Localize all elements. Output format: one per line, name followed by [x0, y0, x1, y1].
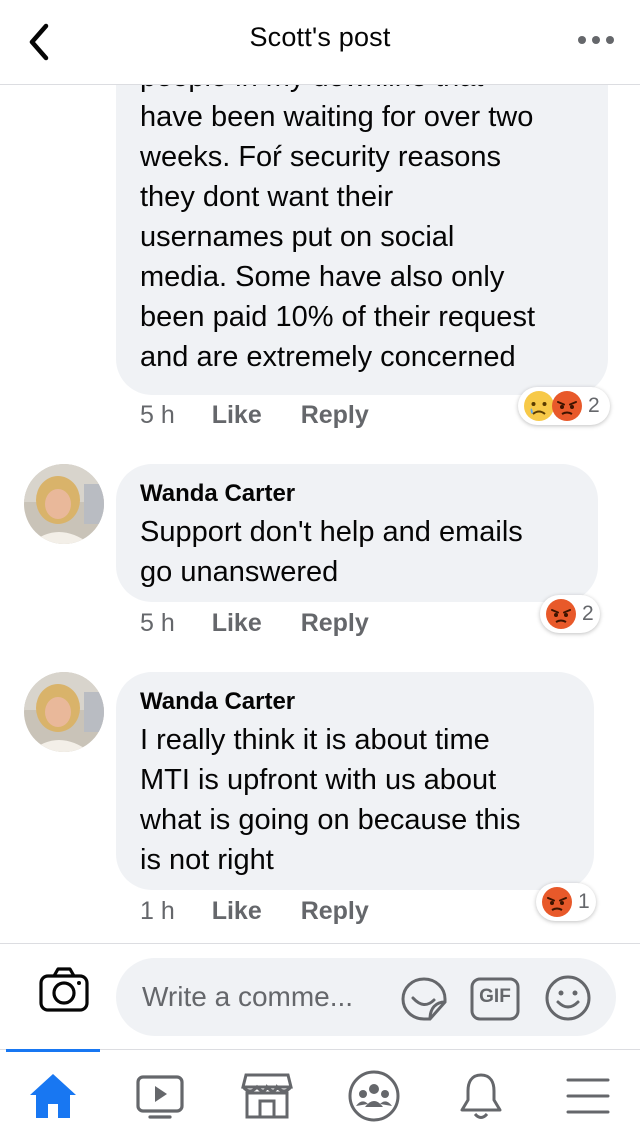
comment-author[interactable]: Wanda Carter	[140, 480, 574, 508]
home-icon	[30, 1074, 76, 1118]
comment-author[interactable]: Wanda Carter	[140, 688, 570, 716]
comment-bubble[interactable]: Wanda Carter Support don't help and emai…	[116, 464, 598, 602]
tab-marketplace[interactable]	[239, 1068, 295, 1124]
angry-icon	[542, 887, 572, 917]
sticker-icon	[401, 977, 447, 1021]
reply-button[interactable]: Reply	[301, 401, 369, 430]
profile-photo-icon	[24, 672, 104, 752]
like-button[interactable]: Like	[212, 401, 262, 430]
like-button[interactable]: Like	[212, 897, 262, 926]
angry-icon	[546, 599, 576, 629]
sticker-button[interactable]	[400, 976, 448, 1022]
gif-button[interactable]: GIF	[470, 976, 520, 1022]
comment-box: GIF	[116, 958, 616, 1036]
active-tab-indicator	[6, 1049, 100, 1052]
emoji-button[interactable]	[544, 974, 592, 1022]
menu-icon	[566, 1078, 610, 1114]
emoji-icon	[545, 975, 591, 1021]
reaction-count: 2	[588, 394, 600, 417]
reaction-count: 1	[578, 890, 590, 913]
comment-text: people in my downline that have been wai…	[140, 85, 535, 373]
tab-menu[interactable]	[560, 1068, 616, 1124]
comment-bubble[interactable]: Wanda Carter I really think it is about …	[116, 672, 594, 890]
comment-bubble[interactable]: people in my downline that have been wai…	[116, 85, 608, 395]
comment-text: I really think it is about time MTI is u…	[140, 724, 521, 876]
tab-watch[interactable]	[132, 1068, 188, 1124]
comment-input[interactable]	[142, 978, 392, 1016]
comment-actions: 5 h Like Reply	[140, 401, 369, 430]
reaction-summary[interactable]: 2	[518, 387, 610, 425]
tab-notifications[interactable]	[453, 1068, 509, 1124]
tab-home[interactable]	[25, 1068, 81, 1124]
marketplace-icon	[241, 1073, 293, 1119]
comment-thread: people in my downline that have been wai…	[0, 85, 640, 943]
angry-icon	[552, 391, 582, 421]
reaction-count: 2	[582, 602, 594, 625]
watch-icon	[136, 1075, 184, 1119]
comment-actions: 5 h Like Reply	[140, 609, 369, 638]
gif-label: GIF	[479, 986, 511, 1007]
reaction-summary[interactable]: 1	[536, 883, 596, 921]
camera-button[interactable]	[38, 966, 90, 1014]
like-button[interactable]: Like	[212, 609, 262, 638]
reply-button[interactable]: Reply	[301, 609, 369, 638]
page-title: Scott's post	[249, 22, 391, 52]
profile-photo-icon	[24, 464, 104, 544]
comment-time: 5 h	[140, 609, 175, 637]
comment-text: Support don't help and emails go unanswe…	[140, 516, 523, 588]
comment-actions: 1 h Like Reply	[140, 897, 369, 926]
reply-button[interactable]: Reply	[301, 897, 369, 926]
groups-icon	[348, 1070, 400, 1122]
comment-time: 1 h	[140, 897, 175, 925]
top-bar: Scott's post	[0, 0, 640, 85]
reaction-summary[interactable]: 2	[540, 595, 600, 633]
comment-composer: GIF	[0, 943, 640, 1050]
avatar[interactable]	[24, 672, 104, 752]
camera-icon	[39, 967, 89, 1012]
comment-time: 5 h	[140, 401, 175, 429]
more-dots-icon	[578, 36, 614, 44]
avatar[interactable]	[24, 464, 104, 544]
tab-bar	[0, 1049, 640, 1137]
notifications-icon	[460, 1073, 502, 1119]
tab-groups[interactable]	[346, 1068, 402, 1124]
more-options-button[interactable]	[576, 28, 616, 52]
